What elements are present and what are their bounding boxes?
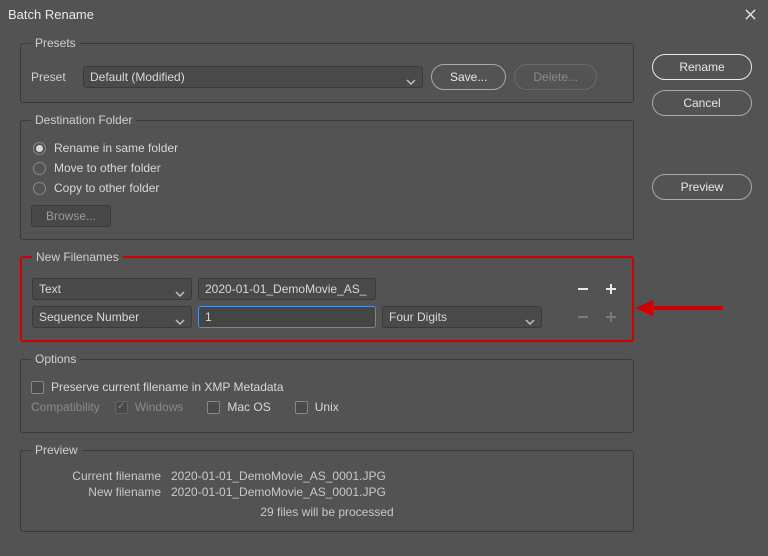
compat-label: Compatibility xyxy=(31,400,100,414)
file-count: 29 files will be processed xyxy=(31,505,623,519)
presets-group: Presets Preset Default (Modified) Save..… xyxy=(20,36,634,103)
options-legend: Options xyxy=(31,352,80,366)
chevron-down-icon xyxy=(406,74,416,80)
new-filenames-legend: New Filenames xyxy=(32,250,123,264)
compat-windows-check xyxy=(115,401,128,414)
rename-button[interactable]: Rename xyxy=(652,54,752,80)
delete-preset-button: Delete... xyxy=(514,64,597,90)
action-column: Rename Cancel Preview xyxy=(652,36,752,542)
radio-icon xyxy=(33,162,46,175)
radio-label: Copy to other folder xyxy=(54,181,159,195)
plus-icon xyxy=(604,282,618,296)
preview-group: Preview Current filename 2020-01-01_Demo… xyxy=(20,443,634,532)
minus-icon xyxy=(576,282,590,296)
checkbox-icon xyxy=(31,381,44,394)
compat-mac-label: Mac OS xyxy=(227,400,270,414)
plus-icon xyxy=(604,310,618,324)
destination-legend: Destination Folder xyxy=(31,113,136,127)
browse-button: Browse... xyxy=(31,205,111,227)
new-filename-value: 2020-01-01_DemoMovie_AS_0001.JPG xyxy=(171,485,623,499)
close-icon xyxy=(745,9,756,20)
window-title: Batch Rename xyxy=(8,7,94,22)
destination-group: Destination Folder Rename in same folder… xyxy=(20,113,634,240)
row2-value-input[interactable] xyxy=(198,306,376,328)
save-preset-button[interactable]: Save... xyxy=(431,64,506,90)
chevron-down-icon xyxy=(175,286,185,292)
row1-remove-button[interactable] xyxy=(572,278,594,300)
row2-remove-button xyxy=(572,306,594,328)
row2-digits: Four Digits xyxy=(389,310,447,324)
chevron-down-icon xyxy=(525,314,535,320)
row1-value-input[interactable] xyxy=(198,278,376,300)
current-filename-value: 2020-01-01_DemoMovie_AS_0001.JPG xyxy=(171,469,623,483)
radio-label: Rename in same folder xyxy=(54,141,178,155)
new-filename-label: New filename xyxy=(31,485,161,499)
preset-label: Preset xyxy=(31,70,75,84)
titlebar: Batch Rename xyxy=(0,0,768,28)
current-filename-label: Current filename xyxy=(31,469,161,483)
chevron-down-icon xyxy=(175,314,185,320)
row1-add-button[interactable] xyxy=(600,278,622,300)
preview-legend: Preview xyxy=(31,443,82,457)
preset-dropdown[interactable]: Default (Modified) xyxy=(83,66,423,88)
radio-move-other[interactable]: Move to other folder xyxy=(33,161,623,175)
radio-icon xyxy=(33,142,46,155)
row1-type-dropdown[interactable]: Text xyxy=(32,278,192,300)
filename-row-1: Text xyxy=(32,278,622,300)
presets-legend: Presets xyxy=(31,36,80,50)
row2-type-dropdown[interactable]: Sequence Number xyxy=(32,306,192,328)
preserve-xmp-check[interactable]: Preserve current filename in XMP Metadat… xyxy=(31,380,623,394)
close-button[interactable] xyxy=(740,4,760,24)
new-filenames-group: New Filenames Text Sequence Number xyxy=(20,250,634,342)
compat-row: Compatibility Windows Mac OS Unix xyxy=(31,400,623,414)
cancel-button[interactable]: Cancel xyxy=(652,90,752,116)
row2-add-button xyxy=(600,306,622,328)
row2-digits-dropdown[interactable]: Four Digits xyxy=(382,306,542,328)
compat-mac-check[interactable] xyxy=(207,401,220,414)
radio-icon xyxy=(33,182,46,195)
compat-unix-label: Unix xyxy=(315,400,339,414)
radio-label: Move to other folder xyxy=(54,161,161,175)
compat-unix-check[interactable] xyxy=(295,401,308,414)
preview-button[interactable]: Preview xyxy=(652,174,752,200)
compat-windows-label: Windows xyxy=(135,400,184,414)
radio-rename-same[interactable]: Rename in same folder xyxy=(33,141,623,155)
preset-selected: Default (Modified) xyxy=(90,70,185,84)
minus-icon xyxy=(576,310,590,324)
radio-copy-other[interactable]: Copy to other folder xyxy=(33,181,623,195)
preserve-xmp-label: Preserve current filename in XMP Metadat… xyxy=(51,380,284,394)
options-group: Options Preserve current filename in XMP… xyxy=(20,352,634,433)
row2-type: Sequence Number xyxy=(39,310,139,324)
row1-type: Text xyxy=(39,282,61,296)
filename-row-2: Sequence Number Four Digits xyxy=(32,306,622,328)
